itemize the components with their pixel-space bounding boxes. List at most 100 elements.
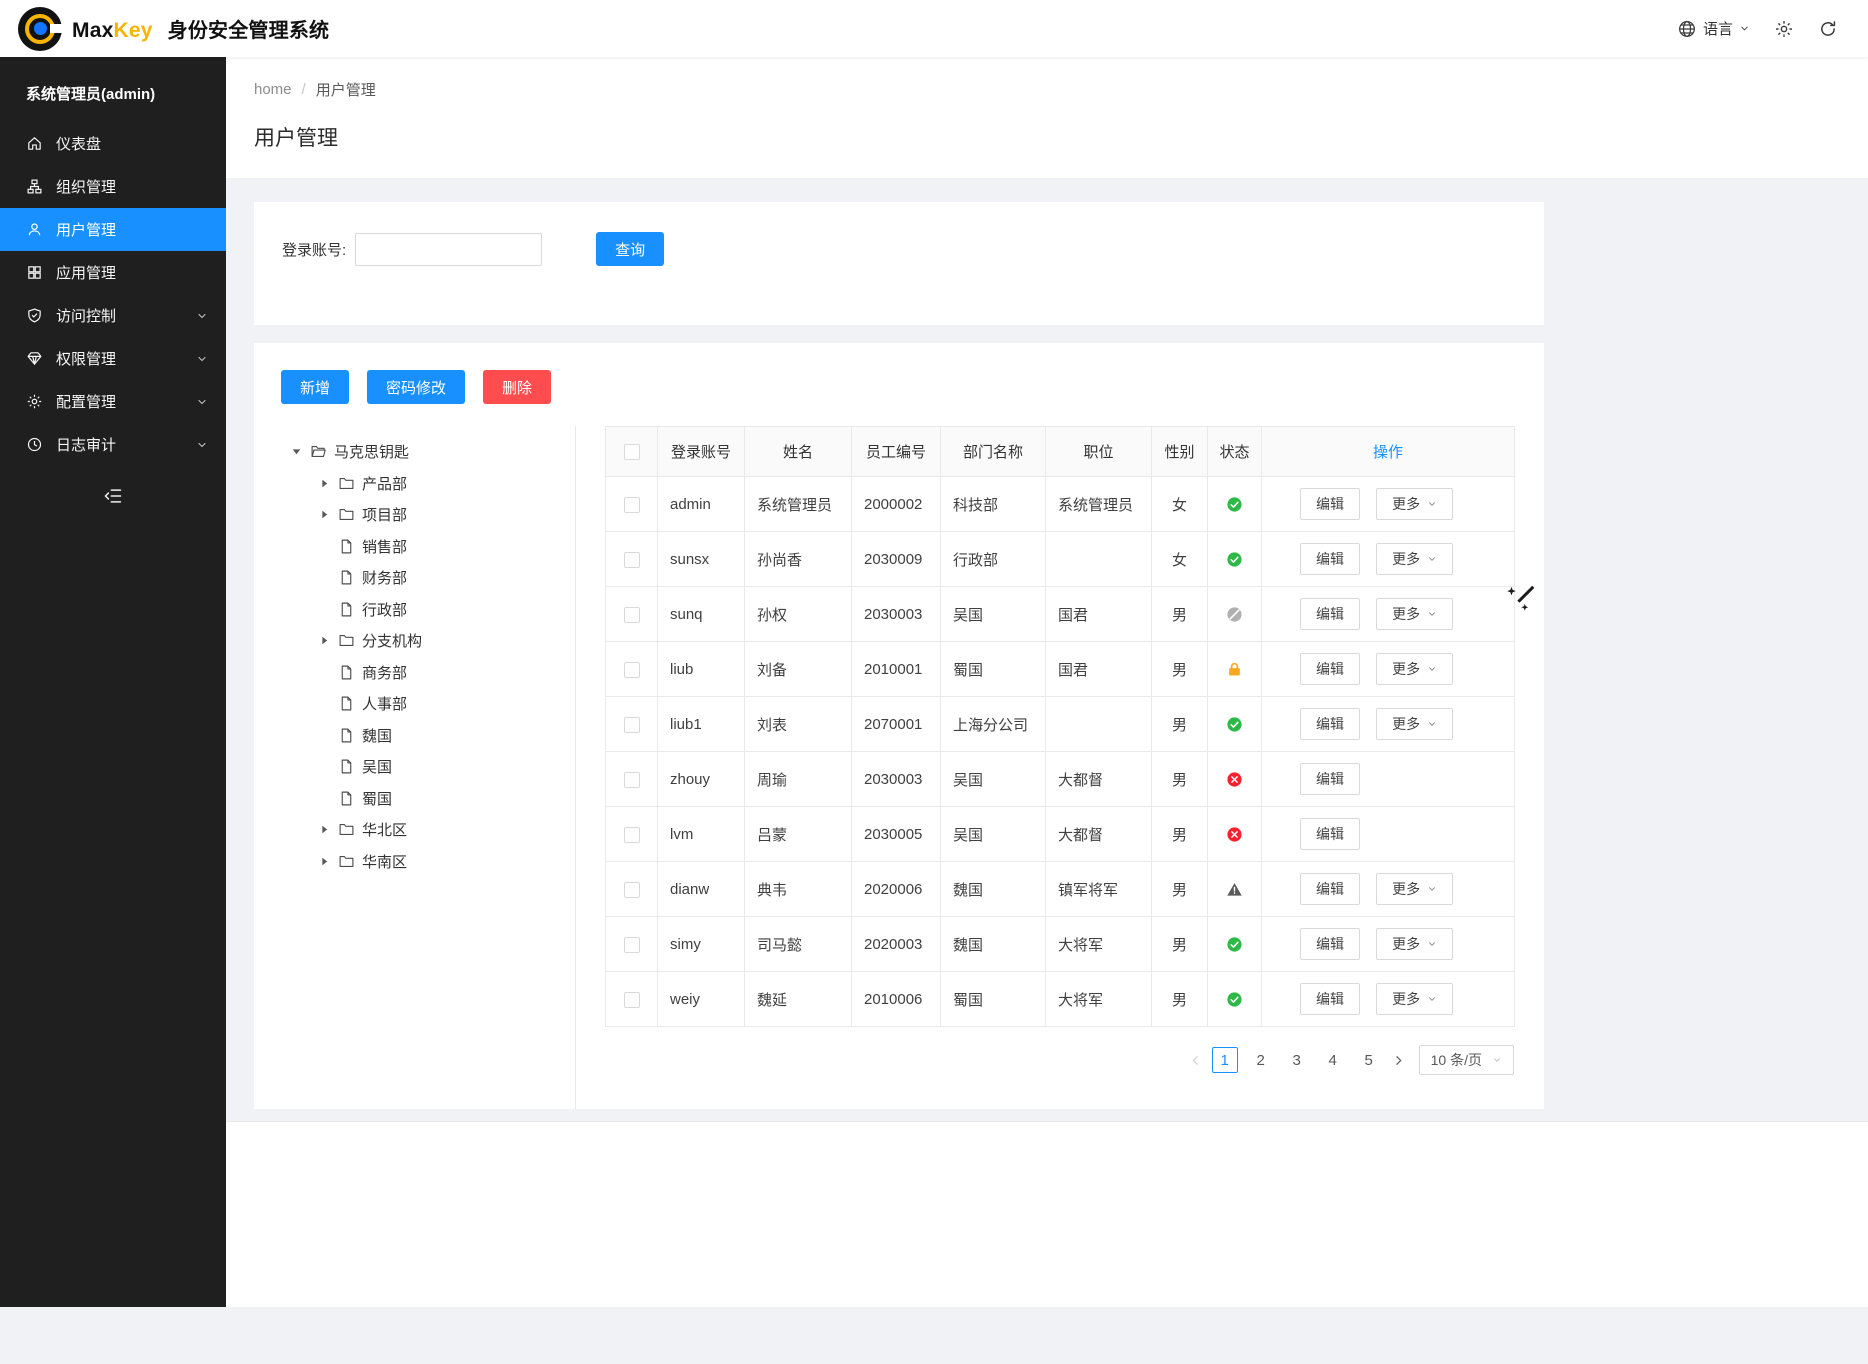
row-checkbox[interactable] <box>624 992 640 1008</box>
delete-button[interactable]: 删除 <box>483 370 551 404</box>
settings-gear-icon[interactable] <box>1774 19 1794 39</box>
sidebar-item-config[interactable]: 配置管理 <box>0 380 226 423</box>
page-number-1[interactable]: 1 <box>1212 1047 1238 1073</box>
row-checkbox[interactable] <box>624 552 640 568</box>
tree-node[interactable]: 商务部 <box>318 657 575 689</box>
chevron-left-icon <box>1189 1054 1202 1067</box>
tree-node[interactable]: 人事部 <box>318 688 575 720</box>
chevron-down-icon <box>1427 939 1437 949</box>
more-button[interactable]: 更多 <box>1376 543 1453 575</box>
tree-node[interactable]: 华南区 <box>318 846 575 878</box>
page-size-select[interactable]: 10 条/页 <box>1419 1045 1514 1075</box>
page-number-3[interactable]: 3 <box>1284 1047 1310 1073</box>
edit-button[interactable]: 编辑 <box>1300 928 1360 960</box>
col-name: 姓名 <box>745 427 852 477</box>
row-checkbox[interactable] <box>624 717 640 733</box>
more-button[interactable]: 更多 <box>1376 708 1453 740</box>
more-button[interactable]: 更多 <box>1376 983 1453 1015</box>
query-button[interactable]: 查询 <box>596 232 664 266</box>
language-switcher[interactable]: 语言 <box>1677 18 1750 39</box>
next-page-button[interactable] <box>1392 1054 1405 1067</box>
tree-node[interactable]: 财务部 <box>318 562 575 594</box>
tree-node[interactable]: 销售部 <box>318 531 575 563</box>
edit-button[interactable]: 编辑 <box>1300 653 1360 685</box>
cell-name: 系统管理员 <box>745 477 852 532</box>
tree-root-node[interactable]: 马克思钥匙 <box>290 436 575 468</box>
sidebar-item-users[interactable]: 用户管理 <box>0 208 226 251</box>
cell-department: 上海分公司 <box>941 697 1046 752</box>
cell-gender: 女 <box>1152 477 1208 532</box>
cell-account: zhouy <box>658 752 745 807</box>
sidebar-item-organizations[interactable]: 组织管理 <box>0 165 226 208</box>
select-all-checkbox[interactable] <box>624 444 640 460</box>
cell-gender: 男 <box>1152 807 1208 862</box>
tree-node[interactable]: 项目部 <box>318 499 575 531</box>
row-checkbox[interactable] <box>624 827 640 843</box>
more-button[interactable]: 更多 <box>1376 488 1453 520</box>
table-row: zhouy 周瑜 2030003 吴国 大都督 男 编辑 <box>606 752 1515 807</box>
edit-button[interactable]: 编辑 <box>1300 598 1360 630</box>
tree-node[interactable]: 分支机构 <box>318 625 575 657</box>
more-button[interactable]: 更多 <box>1376 928 1453 960</box>
breadcrumb-home-link[interactable]: home <box>254 81 292 98</box>
row-checkbox[interactable] <box>624 882 640 898</box>
nav-icon <box>26 393 43 410</box>
sidebar-item-label: 日志审计 <box>56 434 116 455</box>
change-password-button[interactable]: 密码修改 <box>367 370 465 404</box>
more-button[interactable]: 更多 <box>1376 598 1453 630</box>
col-department: 部门名称 <box>941 427 1046 477</box>
cell-employee-no: 2010001 <box>852 642 941 697</box>
edit-button[interactable]: 编辑 <box>1300 763 1360 795</box>
status-warning-icon <box>1226 881 1243 898</box>
row-checkbox[interactable] <box>624 607 640 623</box>
page-number-4[interactable]: 4 <box>1320 1047 1346 1073</box>
tree-node[interactable]: 产品部 <box>318 468 575 500</box>
cell-department: 蜀国 <box>941 972 1046 1027</box>
system-name: 身份安全管理系统 <box>168 20 330 42</box>
cell-account: admin <box>658 477 745 532</box>
refresh-logout-icon[interactable] <box>1818 19 1838 39</box>
tree-node-label: 行政部 <box>362 599 407 620</box>
tree-node[interactable]: 蜀国 <box>318 783 575 815</box>
cell-account: lvm <box>658 807 745 862</box>
page-number-5[interactable]: 5 <box>1356 1047 1382 1073</box>
tree-node-icon <box>338 506 355 523</box>
row-checkbox[interactable] <box>624 937 640 953</box>
sidebar-item-dashboard[interactable]: 仪表盘 <box>0 122 226 165</box>
tree-node[interactable]: 行政部 <box>318 594 575 626</box>
more-button[interactable]: 更多 <box>1376 873 1453 905</box>
tree-node[interactable]: 魏国 <box>318 720 575 752</box>
tree-node-label: 华南区 <box>362 851 407 872</box>
tree-node[interactable]: 吴国 <box>318 751 575 783</box>
edit-button[interactable]: 编辑 <box>1300 488 1360 520</box>
chevron-down-icon <box>1427 884 1437 894</box>
edit-button[interactable]: 编辑 <box>1300 543 1360 575</box>
tree-node[interactable]: 华北区 <box>318 814 575 846</box>
sidebar-item-permissions[interactable]: 权限管理 <box>0 337 226 380</box>
edit-button[interactable]: 编辑 <box>1300 818 1360 850</box>
nav-icon <box>26 350 43 367</box>
edit-button[interactable]: 编辑 <box>1300 983 1360 1015</box>
col-gender: 性别 <box>1152 427 1208 477</box>
account-search-input[interactable] <box>355 233 542 266</box>
menu-fold-icon[interactable] <box>103 486 123 506</box>
cell-select <box>606 477 658 532</box>
sidebar-item-label: 仪表盘 <box>56 133 101 154</box>
more-button[interactable]: 更多 <box>1376 653 1453 685</box>
row-checkbox[interactable] <box>624 497 640 513</box>
prev-page-button[interactable] <box>1189 1054 1202 1067</box>
cell-employee-no: 2020006 <box>852 862 941 917</box>
row-checkbox[interactable] <box>624 662 640 678</box>
edit-button[interactable]: 编辑 <box>1300 873 1360 905</box>
cell-position <box>1046 532 1152 587</box>
edit-button[interactable]: 编辑 <box>1300 708 1360 740</box>
sidebar-item-audit[interactable]: 日志审计 <box>0 423 226 466</box>
row-checkbox[interactable] <box>624 772 640 788</box>
sidebar-item-apps[interactable]: 应用管理 <box>0 251 226 294</box>
sidebar-item-access-control[interactable]: 访问控制 <box>0 294 226 337</box>
page-number-2[interactable]: 2 <box>1248 1047 1274 1073</box>
cell-employee-no: 2030003 <box>852 587 941 642</box>
tree-node-icon <box>338 821 355 838</box>
top-header: MaxKey 身份安全管理系统 语言 <box>0 0 1868 57</box>
add-user-button[interactable]: 新增 <box>281 370 349 404</box>
